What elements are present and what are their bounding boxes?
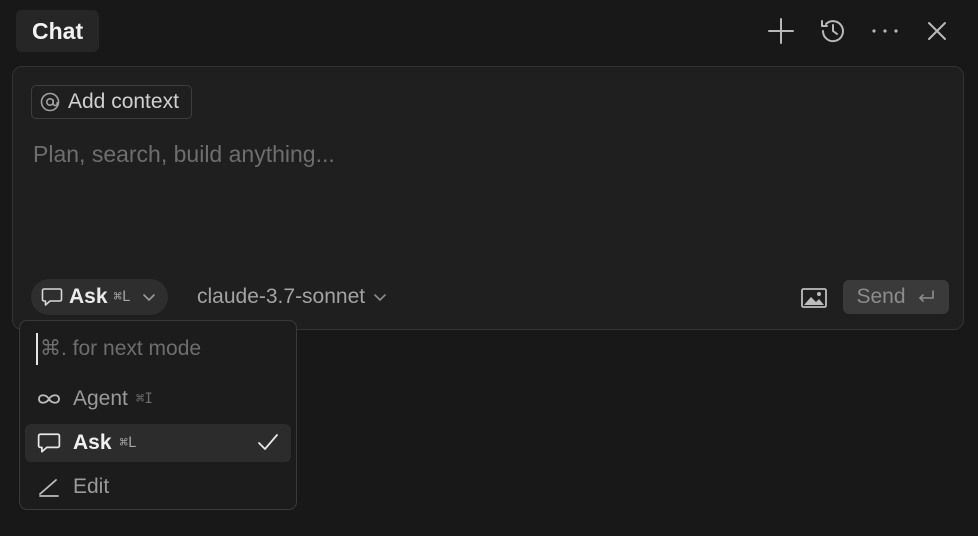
at-sign-icon bbox=[40, 92, 60, 112]
mode-item-ask[interactable]: Ask ⌘L bbox=[25, 424, 291, 462]
send-button[interactable]: Send bbox=[843, 280, 949, 314]
more-horizontal-icon bbox=[872, 29, 898, 33]
chevron-down-icon bbox=[373, 292, 387, 302]
chat-bubble-icon bbox=[41, 287, 63, 307]
new-chat-button[interactable] bbox=[764, 12, 798, 50]
mode-item-label: Ask bbox=[73, 431, 112, 454]
mode-item-label: Edit bbox=[73, 475, 110, 498]
mode-item-shortcut: ⌘I bbox=[135, 391, 153, 407]
mode-menu: Agent ⌘I Ask ⌘L bbox=[19, 320, 297, 510]
mode-item-agent[interactable]: Agent ⌘I bbox=[25, 380, 291, 418]
close-icon bbox=[928, 22, 946, 40]
add-context-label: Add context bbox=[68, 90, 179, 113]
header-actions bbox=[764, 12, 954, 50]
mode-label: Ask bbox=[69, 285, 108, 308]
add-context-button[interactable]: Add context bbox=[31, 85, 192, 119]
mode-item-shortcut: ⌘L bbox=[119, 435, 137, 451]
send-label: Send bbox=[856, 285, 906, 308]
return-key-icon bbox=[916, 289, 936, 305]
pencil-icon bbox=[35, 475, 63, 499]
more-options-button[interactable] bbox=[868, 12, 902, 50]
mode-search-input[interactable] bbox=[36, 333, 290, 365]
infinity-icon bbox=[35, 387, 63, 411]
chat-composer: Add context Ask ⌘L claude-3.7-sonnet bbox=[12, 66, 964, 330]
history-button[interactable] bbox=[816, 12, 850, 50]
model-selector[interactable]: claude-3.7-sonnet bbox=[197, 279, 387, 315]
tab-chat[interactable]: Chat bbox=[16, 10, 100, 52]
tab-chat-label: Chat bbox=[32, 17, 84, 44]
history-icon bbox=[821, 20, 844, 43]
attach-image-button[interactable] bbox=[799, 285, 829, 311]
mode-selector[interactable]: Ask ⌘L bbox=[31, 279, 169, 315]
prompt-input[interactable] bbox=[31, 133, 935, 175]
model-label: claude-3.7-sonnet bbox=[197, 285, 366, 308]
chat-bubble-icon bbox=[35, 431, 63, 455]
mode-shortcut: ⌘L bbox=[113, 289, 131, 305]
mode-item-label: Agent bbox=[73, 387, 128, 410]
plus-icon bbox=[768, 18, 794, 44]
chat-panel: Chat Add context Plan, search, build any… bbox=[0, 0, 978, 536]
chevron-down-icon bbox=[142, 292, 156, 302]
close-button[interactable] bbox=[920, 12, 954, 50]
mode-item-edit[interactable]: Edit bbox=[25, 468, 291, 506]
checkmark-icon bbox=[257, 432, 279, 457]
image-icon bbox=[801, 288, 827, 308]
